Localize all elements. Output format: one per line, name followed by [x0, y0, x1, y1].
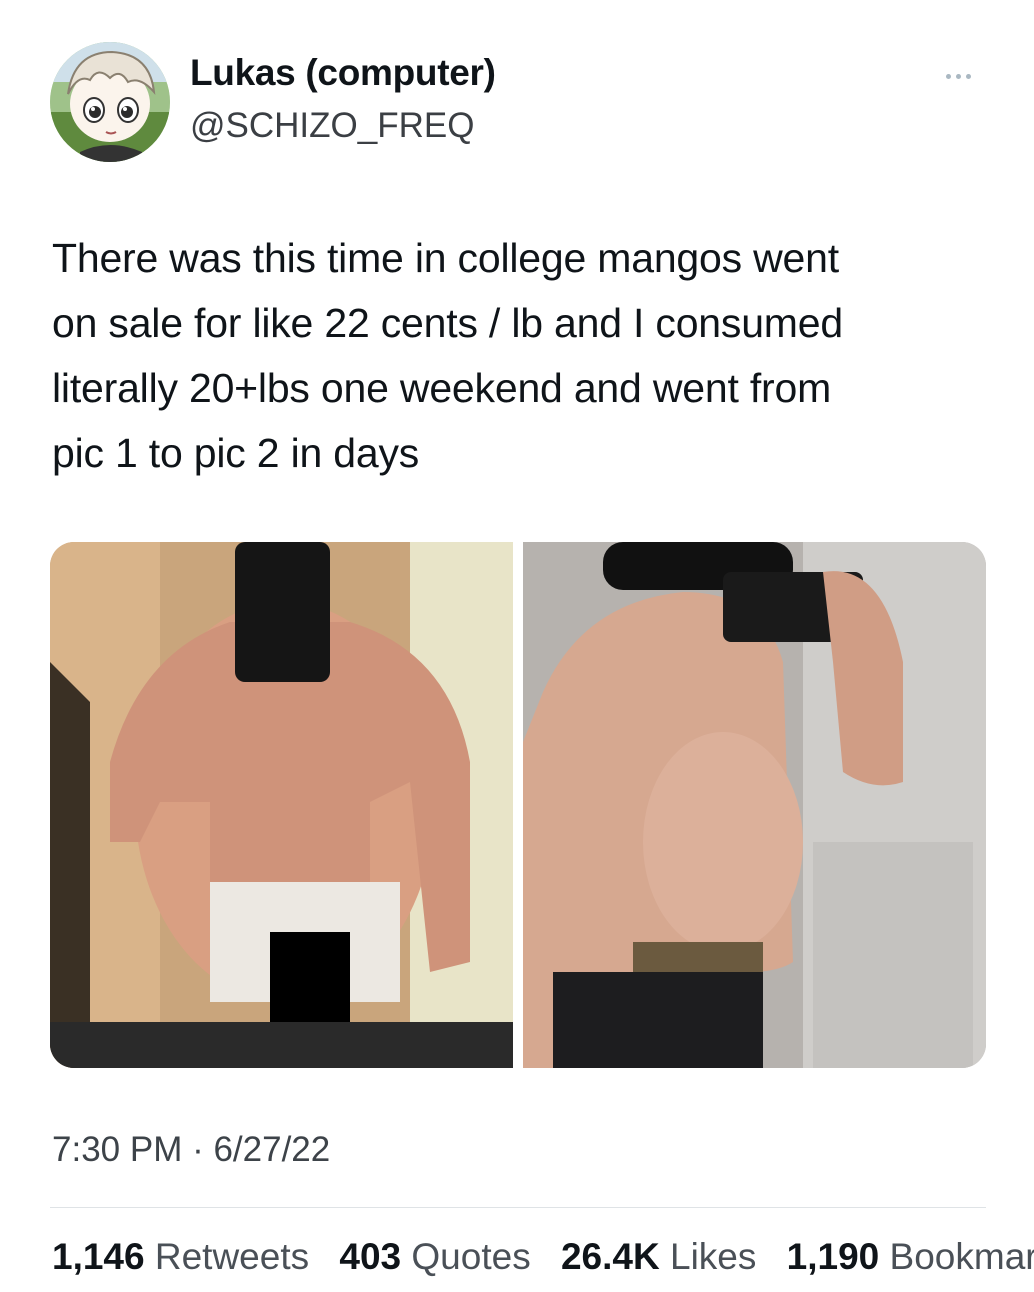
tweet-text: There was this time in college mangos we…	[52, 235, 843, 476]
author-handle[interactable]: @SCHIZO_FREQ	[190, 106, 474, 146]
stat-value: 1,190	[786, 1236, 880, 1277]
bookmarks-stat[interactable]: 1,190 Bookmarks	[787, 1236, 1034, 1277]
tweet-media	[50, 542, 986, 1068]
stat-value: 26.4K	[560, 1236, 660, 1277]
dot	[945, 73, 951, 79]
dot	[965, 73, 971, 79]
divider	[50, 1207, 986, 1208]
engagement-stats: 1,146 Retweets 403 Quotes 26.4K Likes 1,…	[52, 1236, 1034, 1286]
stat-label: Likes	[670, 1236, 757, 1277]
retweets-stat[interactable]: 1,146 Retweets	[52, 1236, 309, 1277]
media-photo-2[interactable]	[523, 542, 986, 1068]
media-photo-1[interactable]	[50, 542, 513, 1068]
more-options-icon[interactable]	[930, 62, 986, 90]
dot	[955, 73, 961, 79]
stat-value: 403	[339, 1236, 402, 1277]
tweet-timestamp[interactable]: 7:30 PM · 6/27/22	[52, 1130, 330, 1170]
likes-stat[interactable]: 26.4K Likes	[561, 1236, 756, 1277]
author-display-name[interactable]: Lukas (computer)	[190, 52, 496, 94]
quotes-stat[interactable]: 403 Quotes	[339, 1236, 530, 1277]
anime-character-avatar-icon	[50, 42, 170, 162]
photo-placeholder-icon	[50, 542, 513, 1068]
stat-label: Retweets	[154, 1236, 310, 1277]
author-avatar[interactable]	[50, 42, 170, 162]
photo-placeholder-icon	[523, 542, 986, 1068]
stat-label: Bookmarks	[889, 1236, 1034, 1277]
tweet-card: Lukas (computer) @SCHIZO_FREQ There was …	[0, 0, 1034, 1292]
stat-label: Quotes	[411, 1236, 531, 1277]
stat-value: 1,146	[52, 1236, 145, 1277]
